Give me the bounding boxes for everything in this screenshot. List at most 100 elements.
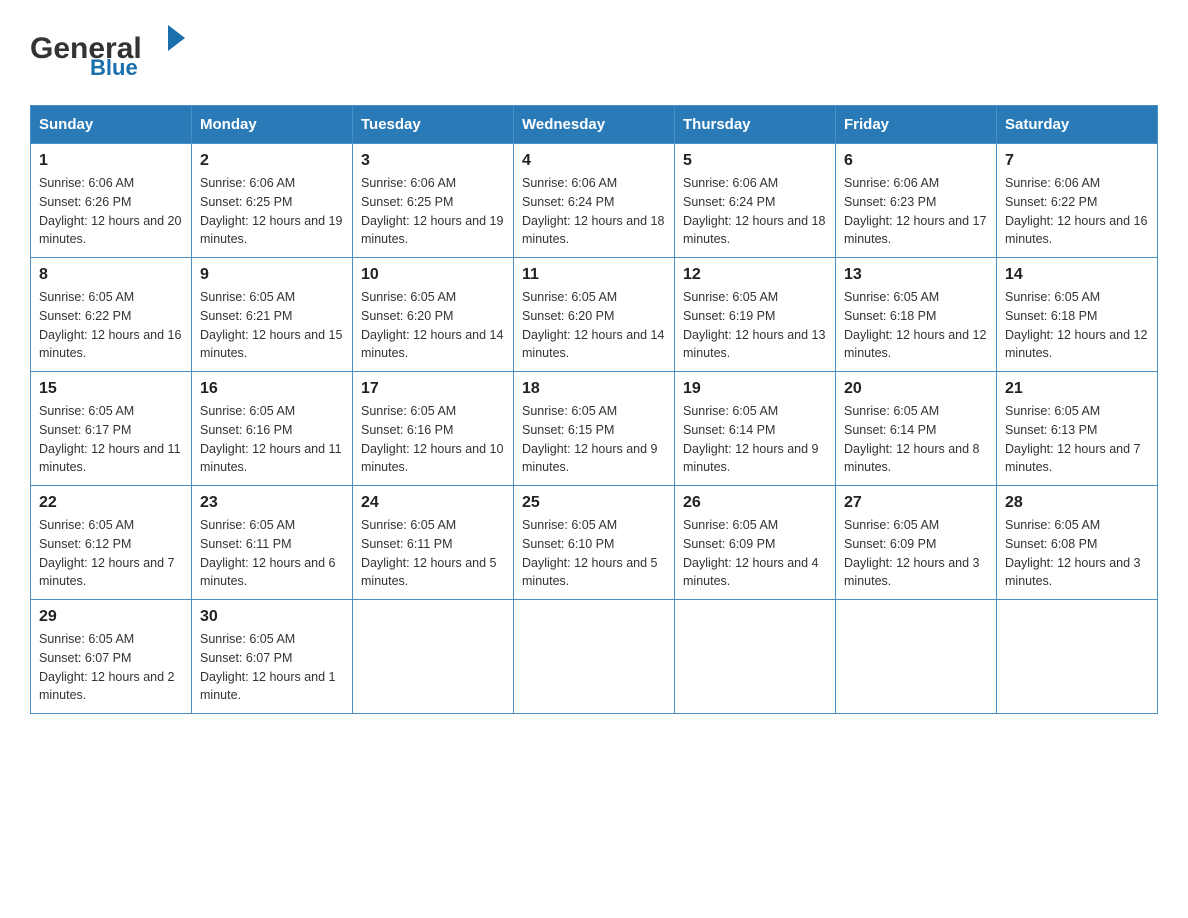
calendar-day-cell: 11 Sunrise: 6:05 AMSunset: 6:20 PMDayligh… (514, 258, 675, 372)
day-number: 17 (361, 380, 505, 398)
day-info: Sunrise: 6:05 AMSunset: 6:20 PMDaylight:… (522, 288, 666, 363)
calendar-day-cell: 1 Sunrise: 6:06 AMSunset: 6:26 PMDaylight… (31, 144, 192, 258)
calendar-day-cell (514, 600, 675, 714)
day-info: Sunrise: 6:05 AMSunset: 6:11 PMDaylight:… (361, 516, 505, 591)
day-info: Sunrise: 6:05 AMSunset: 6:12 PMDaylight:… (39, 516, 183, 591)
day-info: Sunrise: 6:06 AMSunset: 6:24 PMDaylight:… (683, 174, 827, 249)
day-of-week-header: Wednesday (514, 106, 675, 144)
calendar-day-cell: 4 Sunrise: 6:06 AMSunset: 6:24 PMDaylight… (514, 144, 675, 258)
day-info: Sunrise: 6:05 AMSunset: 6:18 PMDaylight:… (1005, 288, 1149, 363)
calendar-table: SundayMondayTuesdayWednesdayThursdayFrid… (30, 105, 1158, 714)
calendar-day-cell: 23 Sunrise: 6:05 AMSunset: 6:11 PMDayligh… (192, 486, 353, 600)
day-info: Sunrise: 6:06 AMSunset: 6:25 PMDaylight:… (361, 174, 505, 249)
calendar-day-cell (997, 600, 1158, 714)
calendar-day-cell: 14 Sunrise: 6:05 AMSunset: 6:18 PMDayligh… (997, 258, 1158, 372)
day-number: 29 (39, 608, 183, 626)
day-info: Sunrise: 6:05 AMSunset: 6:16 PMDaylight:… (361, 402, 505, 477)
logo-text: General Blue (30, 20, 190, 85)
day-info: Sunrise: 6:06 AMSunset: 6:23 PMDaylight:… (844, 174, 988, 249)
day-number: 30 (200, 608, 344, 626)
day-number: 10 (361, 266, 505, 284)
day-number: 16 (200, 380, 344, 398)
day-info: Sunrise: 6:05 AMSunset: 6:21 PMDaylight:… (200, 288, 344, 363)
day-number: 20 (844, 380, 988, 398)
calendar-day-cell: 6 Sunrise: 6:06 AMSunset: 6:23 PMDaylight… (836, 144, 997, 258)
day-number: 22 (39, 494, 183, 512)
day-number: 25 (522, 494, 666, 512)
day-info: Sunrise: 6:05 AMSunset: 6:22 PMDaylight:… (39, 288, 183, 363)
day-number: 18 (522, 380, 666, 398)
day-info: Sunrise: 6:05 AMSunset: 6:07 PMDaylight:… (39, 630, 183, 705)
day-info: Sunrise: 6:06 AMSunset: 6:22 PMDaylight:… (1005, 174, 1149, 249)
calendar-day-cell: 27Sunrise: 6:05 AMSunset: 6:09 PMDayligh… (836, 486, 997, 600)
day-info: Sunrise: 6:05 AMSunset: 6:13 PMDaylight:… (1005, 402, 1149, 477)
day-number: 9 (200, 266, 344, 284)
day-number: 4 (522, 152, 666, 170)
day-number: 26 (683, 494, 827, 512)
logo: General Blue (30, 20, 190, 85)
calendar-day-cell: 21 Sunrise: 6:05 AMSunset: 6:13 PMDayligh… (997, 372, 1158, 486)
calendar-day-cell: 18 Sunrise: 6:05 AMSunset: 6:15 PMDayligh… (514, 372, 675, 486)
day-info: Sunrise: 6:06 AMSunset: 6:26 PMDaylight:… (39, 174, 183, 249)
calendar-day-cell (836, 600, 997, 714)
calendar-day-cell: 5Sunrise: 6:06 AMSunset: 6:24 PMDaylight… (675, 144, 836, 258)
calendar-week-row: 29 Sunrise: 6:05 AMSunset: 6:07 PMDayligh… (31, 600, 1158, 714)
day-number: 12 (683, 266, 827, 284)
calendar-day-cell: 19 Sunrise: 6:05 AMSunset: 6:14 PMDayligh… (675, 372, 836, 486)
calendar-day-cell: 20 Sunrise: 6:05 AMSunset: 6:14 PMDayligh… (836, 372, 997, 486)
day-number: 6 (844, 152, 988, 170)
calendar-header-row: SundayMondayTuesdayWednesdayThursdayFrid… (31, 106, 1158, 144)
calendar-day-cell: 15 Sunrise: 6:05 AMSunset: 6:17 PMDayligh… (31, 372, 192, 486)
day-info: Sunrise: 6:06 AMSunset: 6:25 PMDaylight:… (200, 174, 344, 249)
calendar-day-cell: 2 Sunrise: 6:06 AMSunset: 6:25 PMDaylight… (192, 144, 353, 258)
calendar-week-row: 22 Sunrise: 6:05 AMSunset: 6:12 PMDayligh… (31, 486, 1158, 600)
day-number: 19 (683, 380, 827, 398)
calendar-day-cell: 12 Sunrise: 6:05 AMSunset: 6:19 PMDayligh… (675, 258, 836, 372)
day-info: Sunrise: 6:05 AMSunset: 6:18 PMDaylight:… (844, 288, 988, 363)
day-info: Sunrise: 6:06 AMSunset: 6:24 PMDaylight:… (522, 174, 666, 249)
calendar-day-cell: 10Sunrise: 6:05 AMSunset: 6:20 PMDayligh… (353, 258, 514, 372)
calendar-day-cell: 7Sunrise: 6:06 AMSunset: 6:22 PMDaylight… (997, 144, 1158, 258)
day-info: Sunrise: 6:05 AMSunset: 6:15 PMDaylight:… (522, 402, 666, 477)
day-number: 8 (39, 266, 183, 284)
calendar-day-cell: 25 Sunrise: 6:05 AMSunset: 6:10 PMDayligh… (514, 486, 675, 600)
day-info: Sunrise: 6:05 AMSunset: 6:14 PMDaylight:… (683, 402, 827, 477)
day-of-week-header: Tuesday (353, 106, 514, 144)
day-info: Sunrise: 6:05 AMSunset: 6:17 PMDaylight:… (39, 402, 183, 477)
day-number: 1 (39, 152, 183, 170)
day-number: 28 (1005, 494, 1149, 512)
day-number: 23 (200, 494, 344, 512)
day-number: 11 (522, 266, 666, 284)
day-number: 21 (1005, 380, 1149, 398)
day-info: Sunrise: 6:05 AMSunset: 6:14 PMDaylight:… (844, 402, 988, 477)
day-info: Sunrise: 6:05 AMSunset: 6:19 PMDaylight:… (683, 288, 827, 363)
day-number: 24 (361, 494, 505, 512)
calendar-week-row: 15 Sunrise: 6:05 AMSunset: 6:17 PMDayligh… (31, 372, 1158, 486)
day-of-week-header: Sunday (31, 106, 192, 144)
calendar-day-cell: 29 Sunrise: 6:05 AMSunset: 6:07 PMDayligh… (31, 600, 192, 714)
day-info: Sunrise: 6:05 AMSunset: 6:10 PMDaylight:… (522, 516, 666, 591)
svg-text:Blue: Blue (90, 55, 138, 80)
day-info: Sunrise: 6:05 AMSunset: 6:08 PMDaylight:… (1005, 516, 1149, 591)
day-number: 2 (200, 152, 344, 170)
calendar-day-cell (353, 600, 514, 714)
day-info: Sunrise: 6:05 AMSunset: 6:11 PMDaylight:… (200, 516, 344, 591)
calendar-day-cell: 16Sunrise: 6:05 AMSunset: 6:16 PMDayligh… (192, 372, 353, 486)
calendar-day-cell: 17 Sunrise: 6:05 AMSunset: 6:16 PMDayligh… (353, 372, 514, 486)
day-number: 15 (39, 380, 183, 398)
day-number: 14 (1005, 266, 1149, 284)
calendar-day-cell: 26Sunrise: 6:05 AMSunset: 6:09 PMDayligh… (675, 486, 836, 600)
day-info: Sunrise: 6:05 AMSunset: 6:09 PMDaylight:… (844, 516, 988, 591)
calendar-day-cell: 22 Sunrise: 6:05 AMSunset: 6:12 PMDayligh… (31, 486, 192, 600)
calendar-week-row: 1 Sunrise: 6:06 AMSunset: 6:26 PMDaylight… (31, 144, 1158, 258)
calendar-day-cell: 30Sunrise: 6:05 AMSunset: 6:07 PMDayligh… (192, 600, 353, 714)
calendar-week-row: 8 Sunrise: 6:05 AMSunset: 6:22 PMDaylight… (31, 258, 1158, 372)
day-of-week-header: Friday (836, 106, 997, 144)
calendar-day-cell: 8 Sunrise: 6:05 AMSunset: 6:22 PMDaylight… (31, 258, 192, 372)
calendar-day-cell: 13 Sunrise: 6:05 AMSunset: 6:18 PMDayligh… (836, 258, 997, 372)
calendar-day-cell: 24 Sunrise: 6:05 AMSunset: 6:11 PMDayligh… (353, 486, 514, 600)
day-number: 3 (361, 152, 505, 170)
page-header: General Blue (30, 20, 1158, 85)
day-number: 13 (844, 266, 988, 284)
calendar-day-cell (675, 600, 836, 714)
